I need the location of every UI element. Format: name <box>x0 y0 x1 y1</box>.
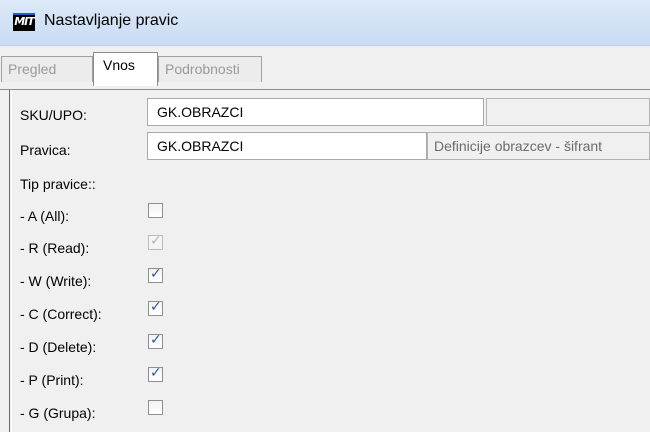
tab-vnos[interactable]: Vnos <box>93 52 158 86</box>
tab-podrobnosti[interactable]: Podrobnosti <box>158 56 262 82</box>
right-a-label: - A (All): <box>20 208 70 224</box>
right-a-checkbox[interactable] <box>148 203 163 218</box>
right-w-checkbox[interactable]: ✓ <box>148 266 163 283</box>
tab-strip: Pregled Vnos Podrobnosti <box>0 46 650 90</box>
right-g-checkbox[interactable] <box>148 400 163 415</box>
right-c-label: - C (Correct): <box>20 306 102 322</box>
pravica-input[interactable]: GK.OBRAZCI <box>147 132 427 160</box>
mit-logo-icon: MIT <box>13 13 35 31</box>
checkmark-icon: ✓ <box>150 233 162 249</box>
sku-description <box>486 98 650 126</box>
sku-input[interactable]: GK.OBRAZCI <box>147 98 484 126</box>
right-r-label: - R (Read): <box>20 240 90 256</box>
sku-label: SKU/UPO: <box>20 107 87 123</box>
tab-pregled[interactable]: Pregled <box>1 56 93 82</box>
right-p-label: - P (Print): <box>20 372 84 388</box>
checkmark-icon: ✓ <box>150 332 162 348</box>
panel-border <box>9 90 10 432</box>
panel-border-highlight <box>11 90 12 432</box>
checkmark-icon: ✓ <box>150 365 162 381</box>
tab-podrobnosti-label: Podrobnosti <box>165 61 240 77</box>
right-p-checkbox[interactable]: ✓ <box>148 365 163 382</box>
right-w-label: - W (Write): <box>20 273 92 289</box>
right-g-label: - G (Grupa): <box>20 405 96 421</box>
right-r-checkbox[interactable]: ✓ <box>148 233 163 250</box>
right-d-checkbox[interactable]: ✓ <box>148 332 163 349</box>
pravica-description: Definicije obrazcev - šifrant <box>427 132 650 160</box>
tip-pravice-label: Tip pravice:: <box>20 176 96 192</box>
checkmark-icon: ✓ <box>150 299 162 315</box>
tab-vnos-label: Vnos <box>103 57 135 73</box>
tab-pregled-label: Pregled <box>8 61 57 77</box>
window-title: Nastavljanje pravic <box>44 12 179 29</box>
right-d-label: - D (Delete): <box>20 339 97 355</box>
pravica-label: Pravica: <box>20 142 71 158</box>
checkmark-icon: ✓ <box>150 266 162 282</box>
right-c-checkbox[interactable]: ✓ <box>148 299 163 316</box>
title-bar: MIT Nastavljanje pravic <box>0 0 650 46</box>
